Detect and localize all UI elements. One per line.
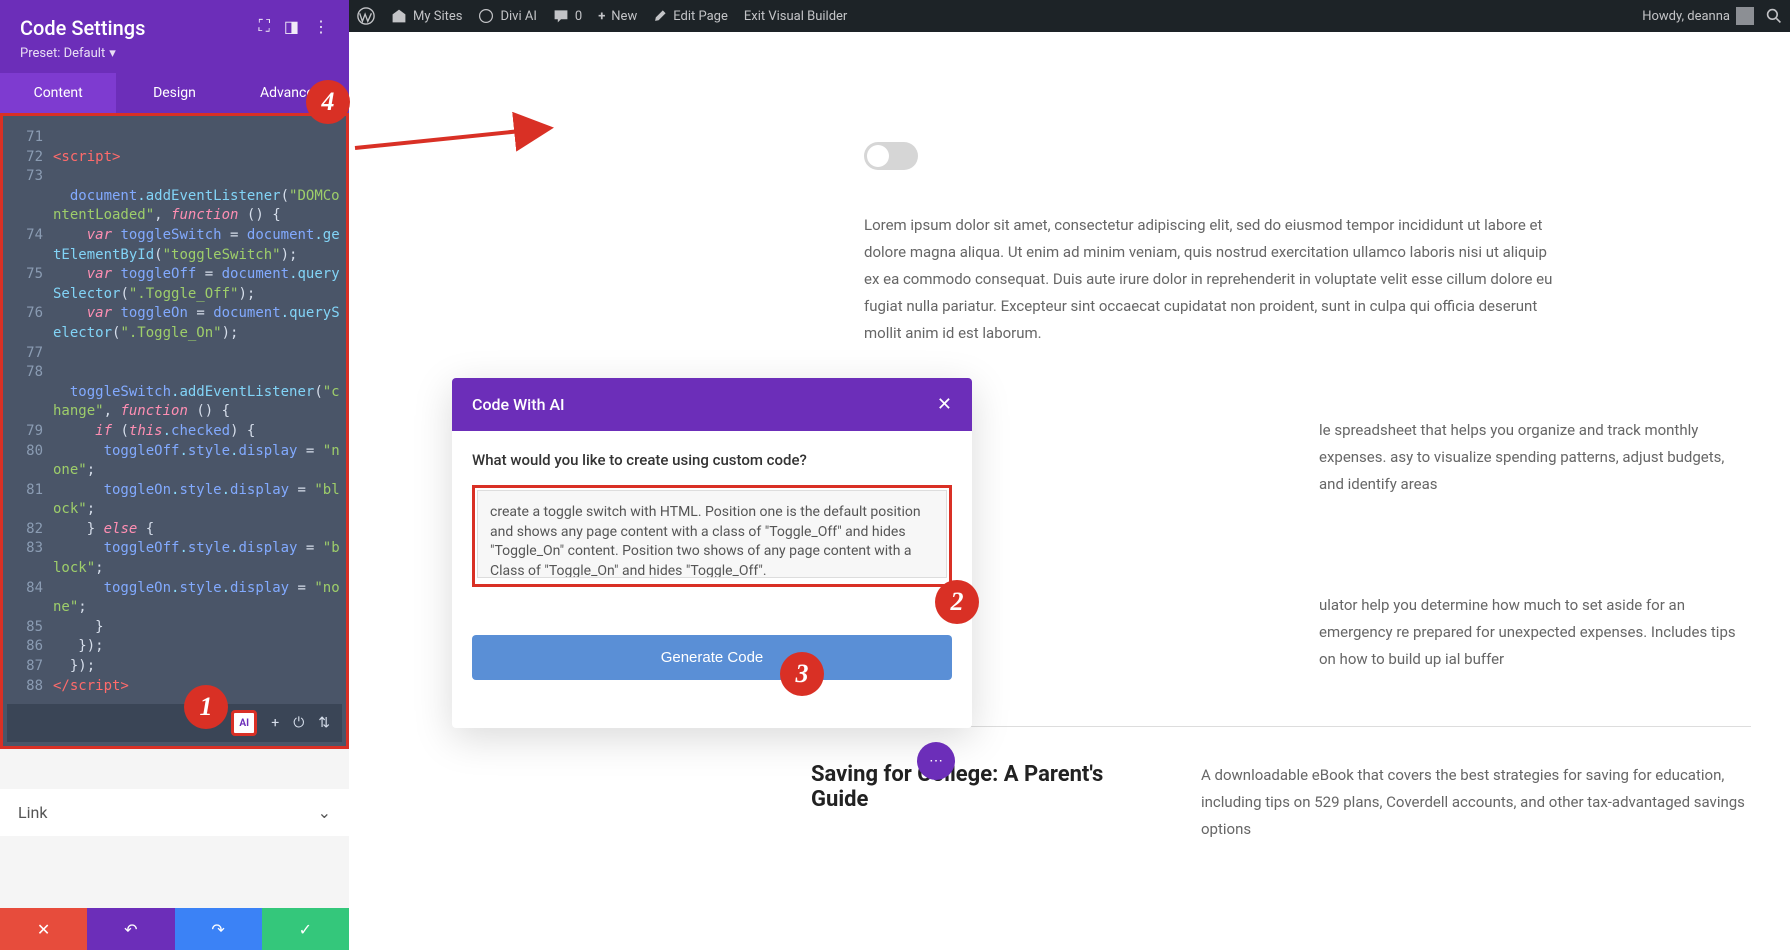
search-icon[interactable] bbox=[1766, 8, 1782, 24]
tab-content[interactable]: Content bbox=[0, 73, 116, 113]
wp-logo-icon[interactable] bbox=[357, 7, 375, 25]
callout-1: 1 bbox=[184, 685, 228, 729]
annotation-arrow bbox=[350, 78, 570, 158]
panel-tabs: Content Design Advanced bbox=[0, 73, 349, 113]
save-button[interactable]: ✓ bbox=[262, 908, 349, 950]
module-options-fab[interactable]: ⋯ bbox=[917, 742, 955, 780]
dock-icon[interactable]: ◨ bbox=[284, 17, 299, 36]
exit-visual-builder-link[interactable]: Exit Visual Builder bbox=[744, 9, 847, 24]
add-icon[interactable]: + bbox=[271, 715, 279, 731]
code-editor-highlight: 71 72<script> 73 document.addEventListen… bbox=[0, 113, 349, 749]
redo-button[interactable]: ↷ bbox=[175, 908, 262, 950]
chevron-down-icon: ▾ bbox=[109, 46, 116, 61]
toggle-knob bbox=[867, 145, 889, 167]
section-body: A downloadable eBook that covers the bes… bbox=[1201, 762, 1751, 843]
ai-prompt-textarea[interactable] bbox=[477, 490, 947, 578]
panel-title: Code Settings bbox=[20, 16, 145, 40]
prompt-label: What would you like to create using cust… bbox=[472, 451, 952, 469]
generate-code-button[interactable]: Generate Code bbox=[472, 635, 952, 680]
sort-icon[interactable]: ⇅ bbox=[318, 715, 330, 731]
edit-page-link[interactable]: Edit Page bbox=[653, 9, 728, 24]
callout-2: 2 bbox=[935, 580, 979, 624]
wp-admin-bar: My Sites Divi AI 0 +New Edit Page Exit V… bbox=[349, 0, 1790, 32]
code-editor[interactable]: 71 72<script> 73 document.addEventListen… bbox=[7, 120, 342, 704]
callout-4: 4 bbox=[306, 80, 350, 124]
power-icon[interactable]: ⏻ bbox=[293, 715, 304, 731]
divi-ai-link[interactable]: Divi AI bbox=[478, 8, 536, 24]
tab-design[interactable]: Design bbox=[116, 73, 232, 113]
bg-text-emergency: ulator help you determine how much to se… bbox=[1319, 592, 1739, 673]
link-accordion[interactable]: Link ⌄ bbox=[0, 789, 349, 836]
preset-dropdown[interactable]: Preset: Default▾ bbox=[20, 46, 145, 61]
callout-3: 3 bbox=[780, 652, 824, 696]
settings-panel: Code Settings Preset: Default▾ ⛶ ◨ ⋮ Con… bbox=[0, 0, 349, 950]
bg-text-spreadsheet: le spreadsheet that helps you organize a… bbox=[1319, 417, 1729, 498]
comments-link[interactable]: 0 bbox=[553, 8, 582, 24]
section-title: Saving for College: A Parent's Guide bbox=[811, 762, 1161, 843]
ai-button[interactable]: AI bbox=[231, 710, 257, 736]
panel-footer: ✕ ↶ ↷ ✓ bbox=[0, 908, 349, 950]
close-icon[interactable]: ✕ bbox=[937, 394, 952, 415]
lorem-text: Lorem ipsum dolor sit amet, consectetur … bbox=[864, 212, 1554, 347]
cancel-button[interactable]: ✕ bbox=[0, 908, 87, 950]
modal-title: Code With AI bbox=[472, 395, 565, 414]
expand-icon[interactable]: ⛶ bbox=[259, 16, 270, 36]
textarea-highlight bbox=[472, 485, 952, 587]
avatar bbox=[1736, 7, 1754, 25]
toggle-switch[interactable] bbox=[864, 142, 918, 170]
code-with-ai-modal: Code With AI ✕ What would you like to cr… bbox=[452, 378, 972, 728]
my-sites-link[interactable]: My Sites bbox=[391, 8, 462, 24]
more-icon[interactable]: ⋮ bbox=[313, 17, 329, 36]
chevron-down-icon: ⌄ bbox=[318, 803, 331, 822]
undo-button[interactable]: ↶ bbox=[87, 908, 174, 950]
new-link[interactable]: +New bbox=[598, 9, 637, 24]
howdy-user[interactable]: Howdy, deanna bbox=[1642, 7, 1754, 25]
